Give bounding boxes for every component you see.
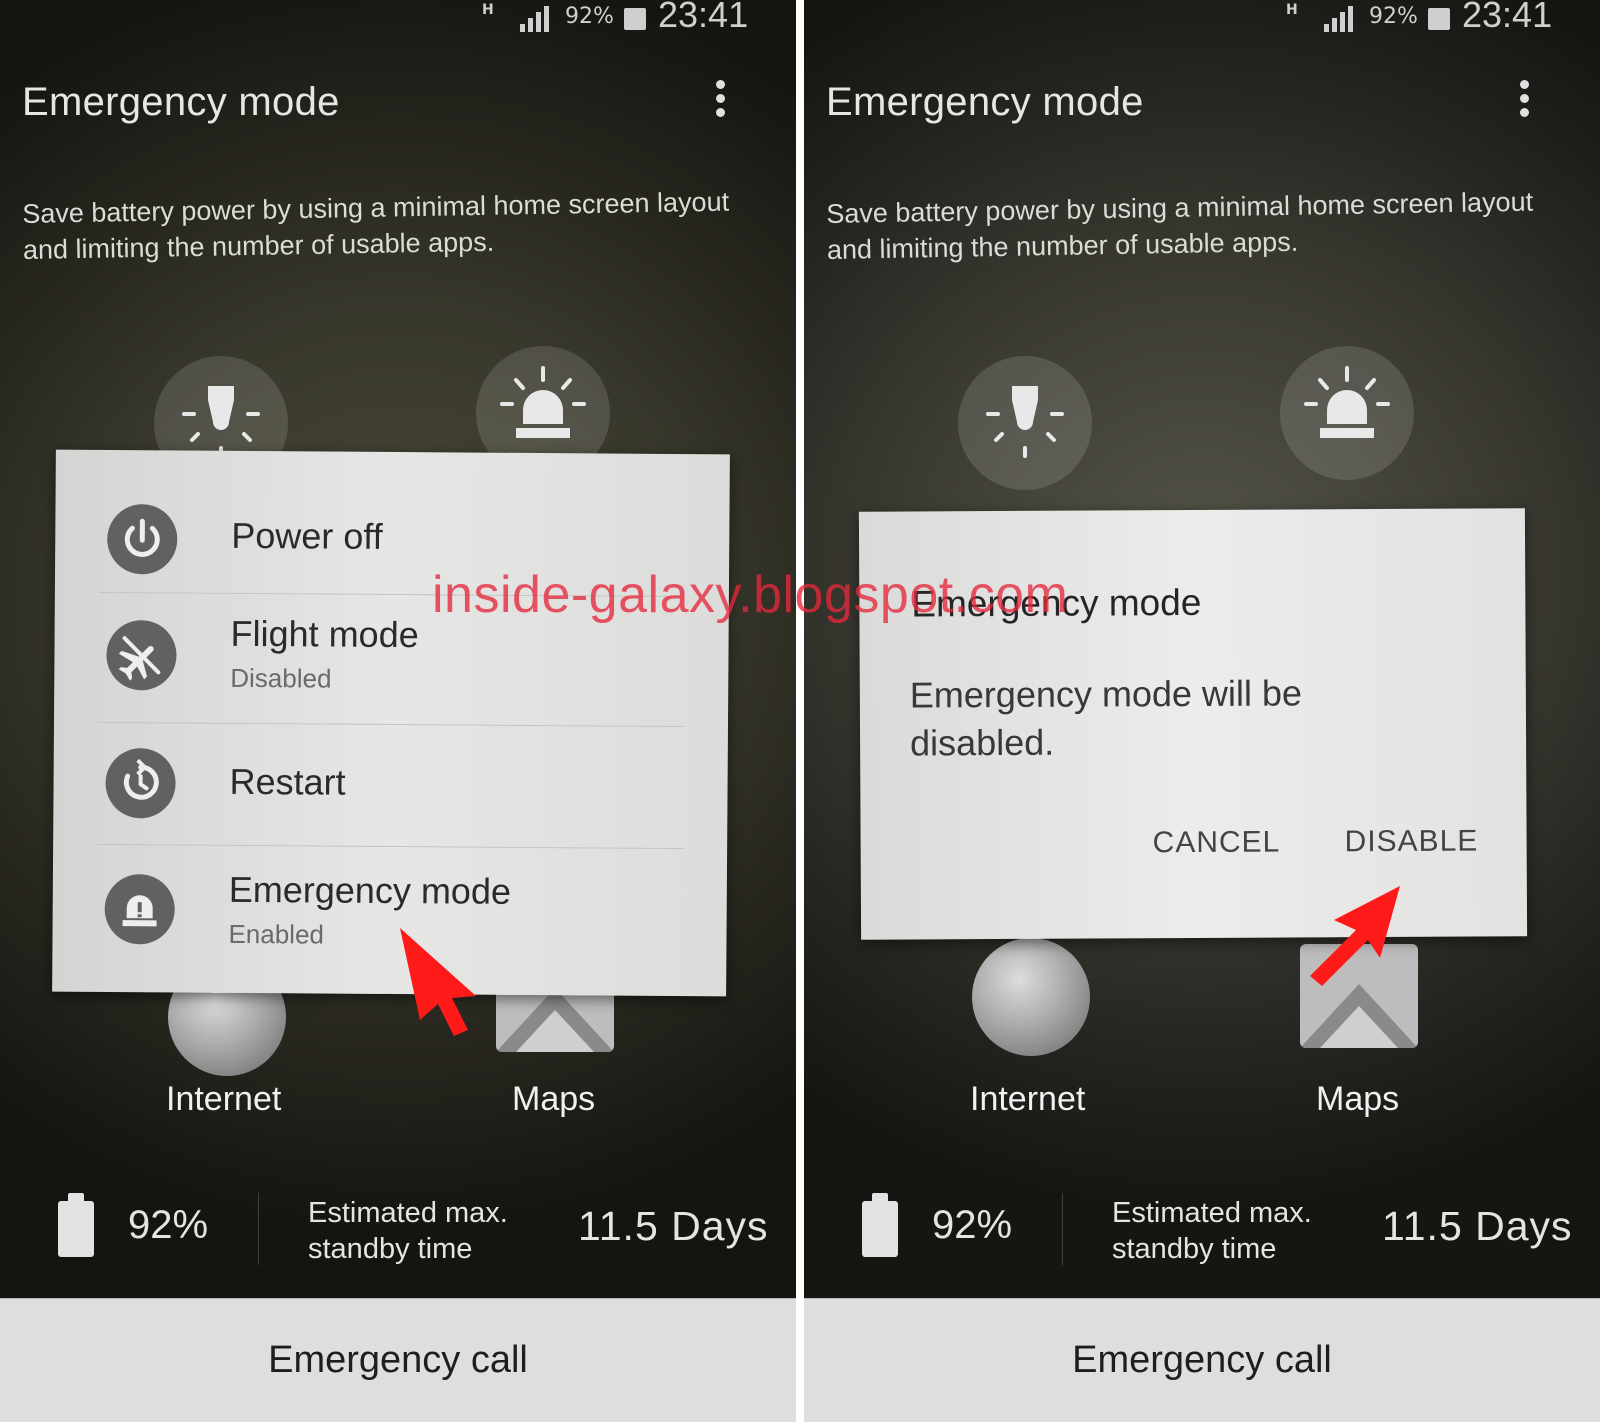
emergency-alarm-tile[interactable] xyxy=(1280,346,1414,480)
menu-item-status: Disabled xyxy=(230,662,332,694)
globe-icon[interactable] xyxy=(972,938,1090,1056)
emergency-call-button[interactable]: Emergency call xyxy=(0,1298,796,1422)
restart-icon xyxy=(105,748,176,819)
disable-button[interactable]: DISABLE xyxy=(1345,825,1479,860)
battery-icon xyxy=(1428,8,1450,30)
power-icon xyxy=(107,504,178,575)
menu-divider xyxy=(97,843,684,850)
flashlight-tile[interactable] xyxy=(958,356,1092,490)
more-options-icon[interactable] xyxy=(708,76,732,124)
airplane-off-icon xyxy=(106,620,177,691)
menu-item-emergency-mode[interactable]: Emergency mode Enabled xyxy=(52,854,727,979)
page-title: Emergency mode xyxy=(826,80,1144,124)
battery-icon xyxy=(624,8,646,30)
standby-label-line2: standby time xyxy=(308,1233,473,1265)
phone-screen-disable-dialog: H 92% 23:41 Emergency mode Save battery … xyxy=(804,0,1600,1422)
battery-status-panel: 92% Estimated max. standby time 11.5 Days xyxy=(804,1175,1600,1275)
battery-percent: 92% xyxy=(565,4,614,29)
emergency-siren-icon xyxy=(104,874,175,945)
standby-days: 11.5 Days xyxy=(578,1203,769,1249)
menu-item-status: Enabled xyxy=(228,918,325,950)
power-options-menu: Power off Flight mode Disabled Restart E… xyxy=(52,449,730,997)
menu-item-label: Emergency mode xyxy=(228,868,512,912)
status-bar: H 92% 23:41 xyxy=(804,0,1600,40)
app-label-internet[interactable]: Internet xyxy=(166,1080,281,1119)
menu-item-label: Flight mode xyxy=(230,612,419,656)
clock: 23:41 xyxy=(658,0,749,35)
app-label-internet[interactable]: Internet xyxy=(970,1080,1085,1119)
watermark: inside-galaxy.blogspot.com xyxy=(432,566,1069,624)
red-pointer-arrow-icon xyxy=(1310,886,1400,986)
siren-icon xyxy=(1304,366,1390,438)
status-bar: H 92% 23:41 xyxy=(0,0,796,40)
menu-item-restart[interactable]: Restart xyxy=(53,734,728,839)
battery-icon xyxy=(862,1193,898,1257)
battery-percent-large: 92% xyxy=(932,1203,1013,1247)
battery-status-panel: 92% Estimated max. standby time 11.5 Days xyxy=(0,1175,796,1275)
emergency-call-button[interactable]: Emergency call xyxy=(804,1298,1600,1422)
red-pointer-arrow-icon xyxy=(400,928,476,1036)
page-description: Save battery power by using a minimal ho… xyxy=(826,186,1534,265)
app-label-maps[interactable]: Maps xyxy=(512,1080,595,1119)
emergency-call-label: Emergency call xyxy=(268,1339,528,1381)
signal-icon xyxy=(1324,6,1353,32)
app-label-maps[interactable]: Maps xyxy=(1316,1080,1399,1119)
dialog-message: Emergency mode will be disabled. xyxy=(909,672,1303,764)
more-options-icon[interactable] xyxy=(1512,76,1536,124)
standby-label-line2: standby time xyxy=(1112,1233,1277,1265)
emergency-call-label: Emergency call xyxy=(1072,1339,1332,1381)
menu-item-label: Power off xyxy=(231,514,383,557)
cancel-button[interactable]: CANCEL xyxy=(1153,826,1281,861)
standby-label: Estimated max. standby time xyxy=(308,1195,508,1267)
menu-divider xyxy=(97,721,684,728)
standby-label: Estimated max. standby time xyxy=(1112,1195,1312,1267)
page-title: Emergency mode xyxy=(22,80,340,124)
phone-screen-power-menu: H 92% 23:41 Emergency mode Save battery … xyxy=(0,0,796,1422)
clock: 23:41 xyxy=(1462,0,1553,35)
panel-divider xyxy=(796,0,804,1422)
standby-label-line1: Estimated max. xyxy=(308,1197,508,1229)
menu-item-label: Restart xyxy=(229,760,346,803)
separator xyxy=(258,1193,259,1265)
signal-icon xyxy=(520,6,549,32)
separator xyxy=(1062,1193,1063,1265)
network-type: H xyxy=(482,2,494,18)
battery-percent-large: 92% xyxy=(128,1203,209,1247)
flashlight-icon xyxy=(986,386,1064,458)
battery-percent: 92% xyxy=(1369,4,1418,29)
standby-days: 11.5 Days xyxy=(1382,1203,1573,1249)
page-description: Save battery power by using a minimal ho… xyxy=(22,186,730,265)
network-type: H xyxy=(1286,2,1298,18)
standby-label-line1: Estimated max. xyxy=(1112,1197,1312,1229)
battery-icon xyxy=(58,1193,94,1257)
